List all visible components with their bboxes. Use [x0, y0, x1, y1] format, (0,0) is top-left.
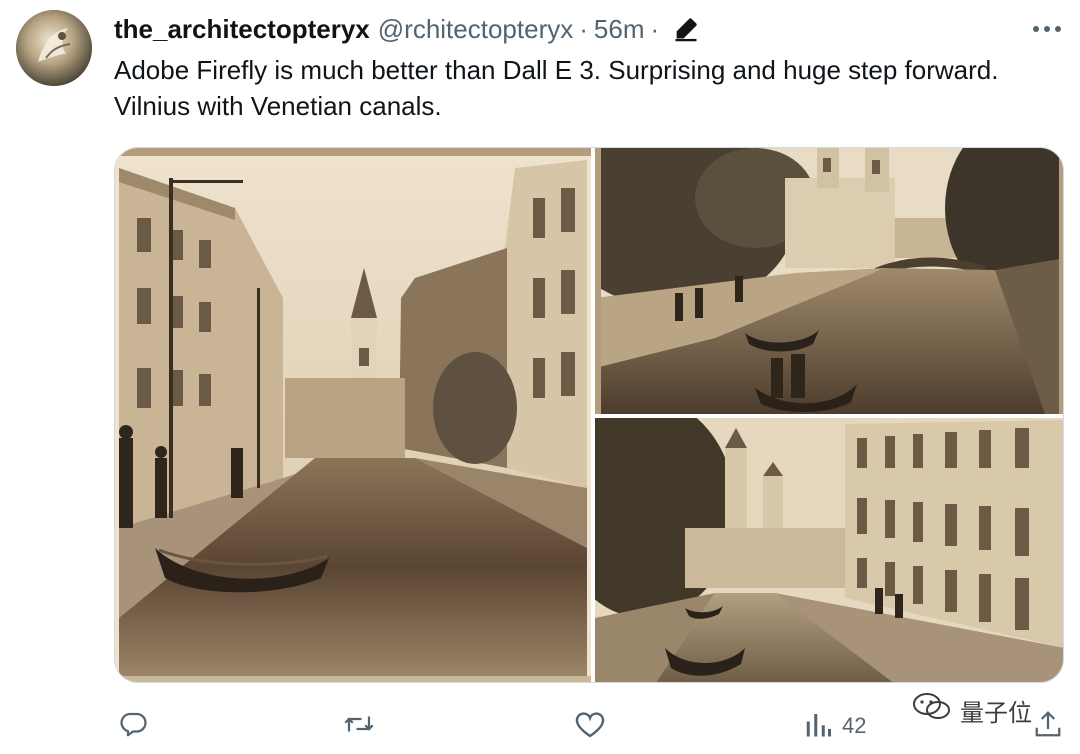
media-image-1[interactable] [115, 148, 591, 682]
analytics-icon [804, 709, 832, 744]
retweet-button[interactable] [342, 708, 376, 744]
tweet-actions: 42 [114, 708, 1064, 744]
separator: · [579, 13, 588, 44]
views-button[interactable]: 42 [804, 708, 866, 744]
edit-icon[interactable] [671, 14, 701, 44]
reply-icon [118, 709, 148, 744]
timestamp[interactable]: 56m [594, 14, 645, 45]
heart-icon [574, 709, 606, 744]
avatar-image [16, 10, 92, 86]
tweet-text: Adobe Firefly is much better than Dall E… [114, 55, 999, 121]
display-name[interactable]: the_architectopteryx [114, 14, 370, 45]
share-icon [1034, 709, 1062, 744]
media-image-2[interactable] [595, 148, 1063, 414]
media-image-3[interactable] [595, 418, 1063, 682]
like-button[interactable] [574, 708, 606, 744]
retweet-icon [342, 709, 376, 744]
share-button[interactable] [1034, 708, 1062, 744]
views-count: 42 [842, 713, 867, 738]
separator: · [650, 13, 660, 44]
reply-button[interactable] [118, 708, 148, 744]
user-handle[interactable]: @rchitectopteryx [378, 14, 573, 45]
media-grid [114, 147, 1064, 683]
tweet-header: the_architectopteryx @rchitectopteryx · … [114, 12, 701, 46]
more-options-icon[interactable] [1032, 14, 1062, 44]
avatar[interactable] [16, 10, 92, 86]
